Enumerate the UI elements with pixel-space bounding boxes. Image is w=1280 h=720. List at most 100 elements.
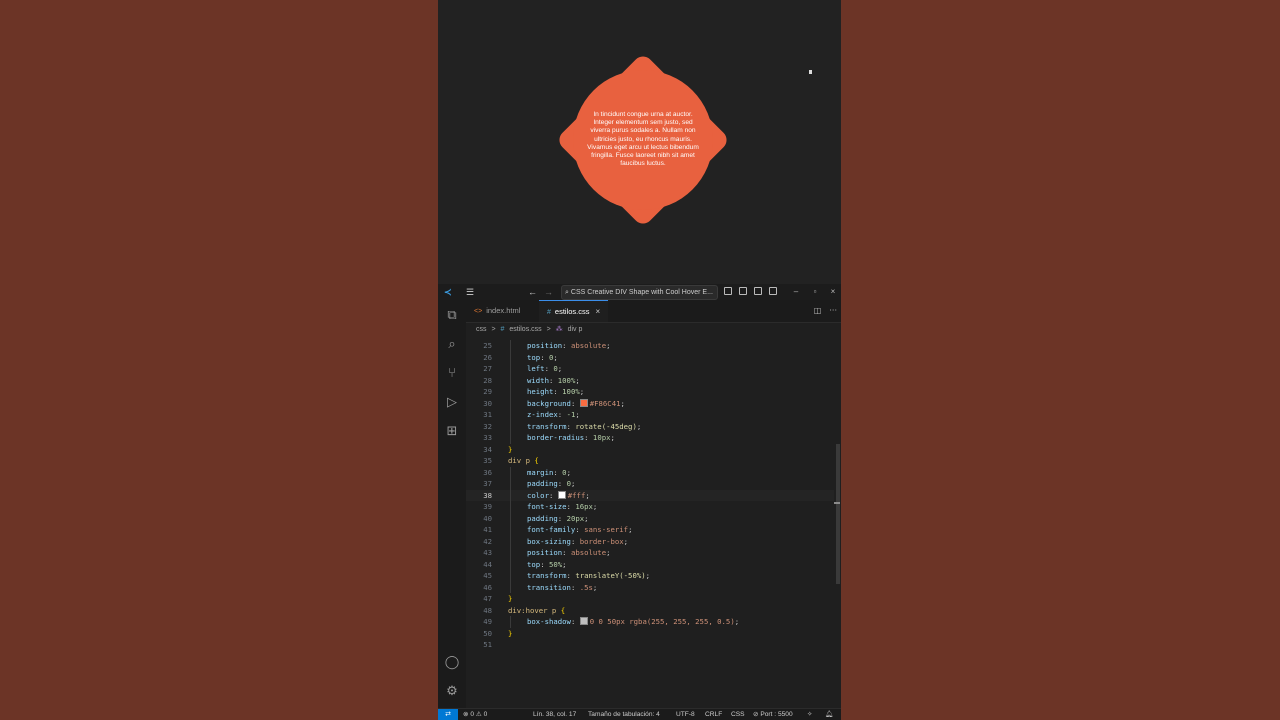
line-number: 47 <box>483 594 492 603</box>
encoding[interactable]: UTF-8 <box>676 709 695 720</box>
split-editor-icon[interactable]: ◫ <box>814 306 822 315</box>
settings-gear-icon[interactable]: ⚙ <box>444 684 460 700</box>
breadcrumb-symbol[interactable]: div p <box>568 326 583 333</box>
breadcrumb-folder[interactable]: css <box>476 326 487 333</box>
indent-guide <box>510 501 511 513</box>
indent-guide <box>510 397 511 409</box>
css-value: rotate(-45deg) <box>575 421 637 431</box>
remote-indicator-icon[interactable]: ⇄ <box>438 709 458 720</box>
minimize-button[interactable]: – <box>789 285 803 299</box>
creative-div-shape[interactable]: In tincidunt congue urna at auctor. Inte… <box>551 48 735 232</box>
colon: : <box>548 375 558 385</box>
line-number: 45 <box>483 571 492 580</box>
css-value: 16px <box>575 502 593 511</box>
forward-arrow-icon[interactable]: → <box>544 286 553 298</box>
line-ending[interactable]: CRLF <box>705 709 722 720</box>
line-number: 40 <box>483 513 492 523</box>
indent-guide <box>510 374 511 386</box>
code-line: 26 top: 0; <box>466 351 834 363</box>
code-text: position: absolute; <box>527 340 611 352</box>
code-line: 31 z-index: -1; <box>466 409 834 421</box>
css-property: transform <box>527 421 567 431</box>
more-actions-icon[interactable]: ··· <box>829 306 837 315</box>
line-number: 51 <box>483 640 492 649</box>
explorer-icon[interactable]: ⧉ <box>444 308 460 324</box>
colon: : <box>553 467 563 477</box>
cursor-position[interactable]: Lín. 38, col. 17 <box>533 709 576 720</box>
semicolon: ; <box>557 364 563 373</box>
line-number: 49 <box>483 617 492 626</box>
line-number: 43 <box>483 548 492 557</box>
color-swatch <box>557 490 566 499</box>
command-center-search[interactable]: ⌕ CSS Creative DIV Shape with Cool Hover … <box>561 285 718 300</box>
live-server-port[interactable]: ⊘ Port : 5500 <box>753 709 793 720</box>
tab-label: index.html <box>486 306 521 315</box>
title-bar: ≺ ☰ ← → ⌕ CSS Creative DIV Shape with Coo… <box>438 284 841 300</box>
line-number: 32 <box>483 421 492 431</box>
editor-scrollbar[interactable] <box>834 340 840 708</box>
css-property: z-index <box>527 410 558 419</box>
code-text: padding: 20px; <box>527 513 589 525</box>
css-value: #fff <box>567 490 586 500</box>
status-bar: ⇄ ⊗ 0 ⚠ 0 Lín. 38, col. 17 Tamaño de tab… <box>438 708 841 720</box>
close-button[interactable]: × <box>826 285 840 299</box>
tab-estilos-css[interactable]: # estilos.css × <box>539 300 609 322</box>
semicolon: ; <box>606 341 611 350</box>
problems-count[interactable]: ⊗ 0 ⚠ 0 <box>463 709 487 720</box>
code-text: height: 100%; <box>527 386 584 398</box>
css-value: #F86C41 <box>589 398 621 408</box>
css-value: 10px <box>592 433 611 442</box>
indent-guide <box>510 420 511 432</box>
back-arrow-icon[interactable]: ← <box>528 286 537 298</box>
customize-layout-icon[interactable] <box>769 287 777 295</box>
hamburger-menu-icon[interactable]: ☰ <box>466 286 474 298</box>
line-number: 42 <box>483 536 492 546</box>
code-text: div p { <box>508 455 539 467</box>
css-value: absolute <box>570 548 607 557</box>
code-text: transform: translateY(-50%); <box>527 570 650 582</box>
code-line: 50} <box>466 628 834 640</box>
breadcrumb-file[interactable]: estilos.css <box>509 326 541 333</box>
semicolon: ; <box>575 410 580 419</box>
vscode-window: ≺ ☰ ← → ⌕ CSS Creative DIV Shape with Coo… <box>438 284 841 720</box>
tab-index-html[interactable]: <> index.html <box>466 300 528 322</box>
source-control-icon[interactable]: ⑂ <box>444 366 460 382</box>
close-tab-icon[interactable]: × <box>596 307 601 316</box>
code-editor[interactable]: 25 position: absolute; 26 top: 0; 27 left: 0;… <box>466 340 841 708</box>
line-number: 33 <box>483 433 492 442</box>
chevron-right-icon: > <box>491 326 496 333</box>
html-file-icon: <> <box>474 308 483 315</box>
toggle-panel-icon[interactable] <box>739 287 747 295</box>
semicolon: ; <box>620 398 625 408</box>
command-center-label: CSS Creative DIV Shape with Cool Hover E… <box>570 289 713 296</box>
code-text: transition: .5s; <box>527 582 597 594</box>
scrollbar-thumb[interactable] <box>836 444 840 584</box>
css-property: box-shadow <box>527 617 571 626</box>
code-text: top: 50%; <box>527 559 567 571</box>
color-swatch <box>579 617 588 625</box>
code-line: 46 transition: .5s; <box>466 581 834 594</box>
code-text: background: #F86C41; <box>527 398 625 410</box>
css-file-icon: # <box>547 309 551 316</box>
code-line: 36 margin: 0; <box>466 466 834 478</box>
run-debug-icon[interactable]: ▷ <box>444 395 460 411</box>
colon: : <box>570 617 580 626</box>
toggle-sidebar-icon[interactable] <box>724 287 732 295</box>
line-number: 44 <box>483 559 492 569</box>
notifications-bell-icon[interactable]: 🔔︎ <box>825 709 833 720</box>
line-number: 25 <box>483 341 492 350</box>
search-icon: ⌕ <box>565 289 569 296</box>
search-icon[interactable]: ⌕ <box>444 337 460 353</box>
code-line: 38 color: #fff; <box>466 489 834 501</box>
maximize-button[interactable]: ▫ <box>808 285 822 299</box>
indent-guide <box>510 432 511 444</box>
tab-size[interactable]: Tamaño de tabulación: 4 <box>588 709 660 720</box>
semicolon: ; <box>623 536 629 546</box>
account-icon[interactable]: ◯ <box>444 655 460 671</box>
language-mode[interactable]: CSS <box>731 709 745 720</box>
semicolon: ; <box>579 387 585 396</box>
line-number: 30 <box>483 398 492 408</box>
toggle-secondary-sidebar-icon[interactable] <box>754 287 762 295</box>
extensions-icon[interactable]: ⊞ <box>444 424 460 440</box>
copilot-icon[interactable]: ✧ <box>807 709 813 720</box>
